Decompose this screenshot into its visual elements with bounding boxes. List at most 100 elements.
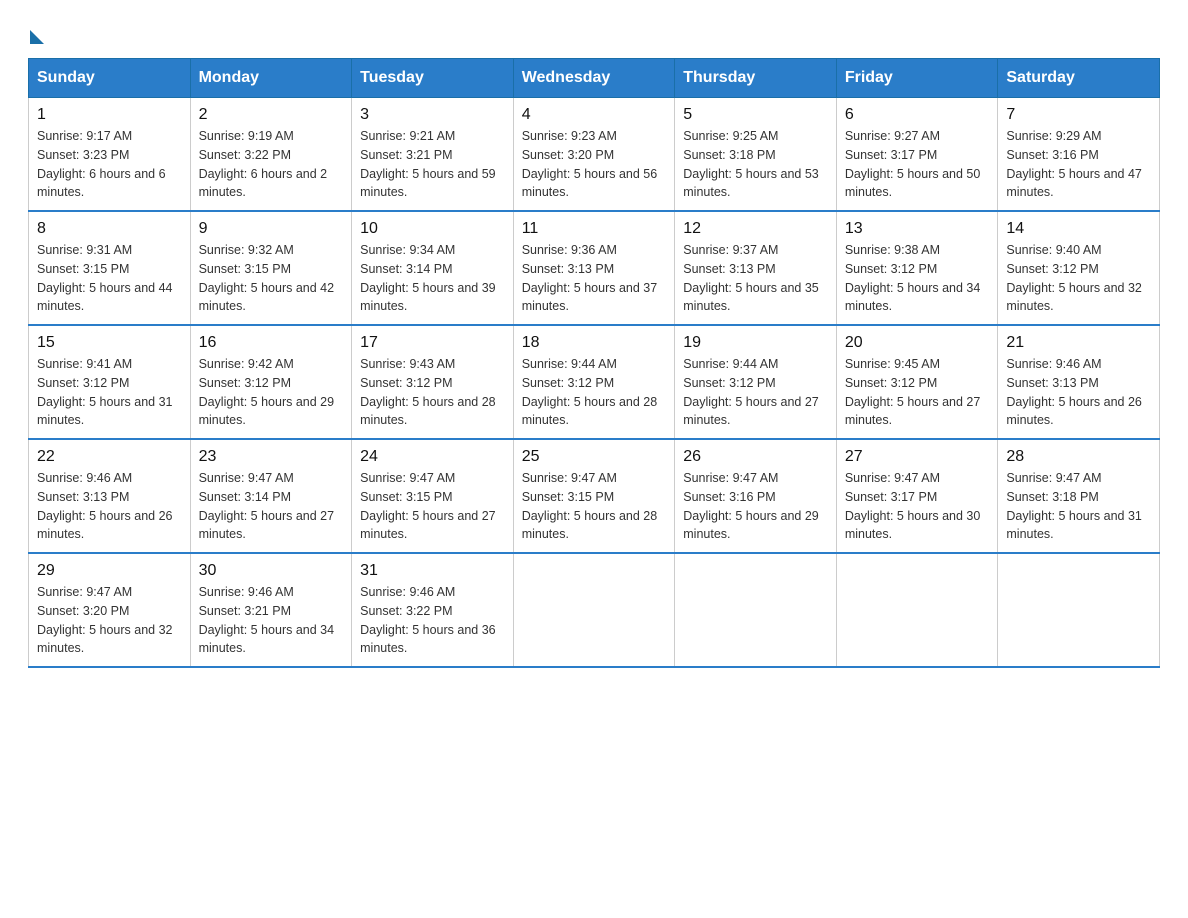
calendar-cell: 17 Sunrise: 9:43 AMSunset: 3:12 PMDayligh… <box>352 325 514 439</box>
week-row-1: 1 Sunrise: 9:17 AMSunset: 3:23 PMDaylight… <box>29 98 1160 212</box>
logo <box>28 24 44 40</box>
day-info: Sunrise: 9:25 AMSunset: 3:18 PMDaylight:… <box>683 127 828 202</box>
calendar-cell: 20 Sunrise: 9:45 AMSunset: 3:12 PMDayligh… <box>836 325 998 439</box>
calendar-cell: 7 Sunrise: 9:29 AMSunset: 3:16 PMDaylight… <box>998 98 1160 212</box>
calendar-cell: 29 Sunrise: 9:47 AMSunset: 3:20 PMDayligh… <box>29 553 191 667</box>
day-number: 27 <box>845 448 990 466</box>
day-info: Sunrise: 9:42 AMSunset: 3:12 PMDaylight:… <box>199 355 344 430</box>
day-number: 20 <box>845 334 990 352</box>
calendar-cell <box>836 553 998 667</box>
header-wednesday: Wednesday <box>513 59 675 98</box>
day-number: 5 <box>683 106 828 124</box>
page-header <box>28 24 1160 40</box>
day-number: 12 <box>683 220 828 238</box>
calendar-cell: 25 Sunrise: 9:47 AMSunset: 3:15 PMDayligh… <box>513 439 675 553</box>
calendar-cell: 13 Sunrise: 9:38 AMSunset: 3:12 PMDayligh… <box>836 211 998 325</box>
calendar-cell: 9 Sunrise: 9:32 AMSunset: 3:15 PMDaylight… <box>190 211 352 325</box>
header-saturday: Saturday <box>998 59 1160 98</box>
day-info: Sunrise: 9:46 AMSunset: 3:21 PMDaylight:… <box>199 583 344 658</box>
day-info: Sunrise: 9:27 AMSunset: 3:17 PMDaylight:… <box>845 127 990 202</box>
day-number: 19 <box>683 334 828 352</box>
day-info: Sunrise: 9:44 AMSunset: 3:12 PMDaylight:… <box>522 355 667 430</box>
day-number: 26 <box>683 448 828 466</box>
day-info: Sunrise: 9:31 AMSunset: 3:15 PMDaylight:… <box>37 241 182 316</box>
calendar-cell: 8 Sunrise: 9:31 AMSunset: 3:15 PMDaylight… <box>29 211 191 325</box>
day-number: 7 <box>1006 106 1151 124</box>
calendar-cell: 3 Sunrise: 9:21 AMSunset: 3:21 PMDaylight… <box>352 98 514 212</box>
calendar-cell <box>513 553 675 667</box>
day-number: 6 <box>845 106 990 124</box>
calendar-cell: 5 Sunrise: 9:25 AMSunset: 3:18 PMDaylight… <box>675 98 837 212</box>
calendar-cell: 23 Sunrise: 9:47 AMSunset: 3:14 PMDayligh… <box>190 439 352 553</box>
day-info: Sunrise: 9:46 AMSunset: 3:13 PMDaylight:… <box>37 469 182 544</box>
day-number: 21 <box>1006 334 1151 352</box>
header-monday: Monday <box>190 59 352 98</box>
calendar-cell: 2 Sunrise: 9:19 AMSunset: 3:22 PMDaylight… <box>190 98 352 212</box>
day-info: Sunrise: 9:23 AMSunset: 3:20 PMDaylight:… <box>522 127 667 202</box>
day-info: Sunrise: 9:47 AMSunset: 3:15 PMDaylight:… <box>522 469 667 544</box>
calendar-cell <box>675 553 837 667</box>
calendar-cell: 10Sunrise: 9:34 AMSunset: 3:14 PMDayligh… <box>352 211 514 325</box>
day-number: 17 <box>360 334 505 352</box>
header-tuesday: Tuesday <box>352 59 514 98</box>
week-row-2: 8 Sunrise: 9:31 AMSunset: 3:15 PMDaylight… <box>29 211 1160 325</box>
calendar-cell: 21 Sunrise: 9:46 AMSunset: 3:13 PMDayligh… <box>998 325 1160 439</box>
calendar-table: SundayMondayTuesdayWednesdayThursdayFrid… <box>28 58 1160 668</box>
calendar-cell: 11Sunrise: 9:36 AMSunset: 3:13 PMDayligh… <box>513 211 675 325</box>
day-number: 8 <box>37 220 182 238</box>
calendar-cell: 1 Sunrise: 9:17 AMSunset: 3:23 PMDaylight… <box>29 98 191 212</box>
day-info: Sunrise: 9:46 AMSunset: 3:13 PMDaylight:… <box>1006 355 1151 430</box>
day-info: Sunrise: 9:46 AMSunset: 3:22 PMDaylight:… <box>360 583 505 658</box>
calendar-cell: 15 Sunrise: 9:41 AMSunset: 3:12 PMDayligh… <box>29 325 191 439</box>
header-thursday: Thursday <box>675 59 837 98</box>
week-row-5: 29 Sunrise: 9:47 AMSunset: 3:20 PMDayligh… <box>29 553 1160 667</box>
day-info: Sunrise: 9:19 AMSunset: 3:22 PMDaylight:… <box>199 127 344 202</box>
day-info: Sunrise: 9:44 AMSunset: 3:12 PMDaylight:… <box>683 355 828 430</box>
day-number: 23 <box>199 448 344 466</box>
calendar-cell: 28Sunrise: 9:47 AMSunset: 3:18 PMDayligh… <box>998 439 1160 553</box>
calendar-header-row: SundayMondayTuesdayWednesdayThursdayFrid… <box>29 59 1160 98</box>
calendar-cell: 26 Sunrise: 9:47 AMSunset: 3:16 PMDayligh… <box>675 439 837 553</box>
day-number: 18 <box>522 334 667 352</box>
header-sunday: Sunday <box>29 59 191 98</box>
day-info: Sunrise: 9:40 AMSunset: 3:12 PMDaylight:… <box>1006 241 1151 316</box>
week-row-3: 15 Sunrise: 9:41 AMSunset: 3:12 PMDayligh… <box>29 325 1160 439</box>
day-number: 13 <box>845 220 990 238</box>
calendar-cell: 24 Sunrise: 9:47 AMSunset: 3:15 PMDayligh… <box>352 439 514 553</box>
day-info: Sunrise: 9:45 AMSunset: 3:12 PMDaylight:… <box>845 355 990 430</box>
day-number: 25 <box>522 448 667 466</box>
calendar-cell: 19 Sunrise: 9:44 AMSunset: 3:12 PMDayligh… <box>675 325 837 439</box>
calendar-cell: 16 Sunrise: 9:42 AMSunset: 3:12 PMDayligh… <box>190 325 352 439</box>
calendar-cell: 14Sunrise: 9:40 AMSunset: 3:12 PMDayligh… <box>998 211 1160 325</box>
day-number: 10 <box>360 220 505 238</box>
day-number: 3 <box>360 106 505 124</box>
day-info: Sunrise: 9:38 AMSunset: 3:12 PMDaylight:… <box>845 241 990 316</box>
day-number: 24 <box>360 448 505 466</box>
calendar-cell: 12 Sunrise: 9:37 AMSunset: 3:13 PMDayligh… <box>675 211 837 325</box>
day-info: Sunrise: 9:41 AMSunset: 3:12 PMDaylight:… <box>37 355 182 430</box>
day-info: Sunrise: 9:17 AMSunset: 3:23 PMDaylight:… <box>37 127 182 202</box>
day-info: Sunrise: 9:47 AMSunset: 3:14 PMDaylight:… <box>199 469 344 544</box>
day-info: Sunrise: 9:37 AMSunset: 3:13 PMDaylight:… <box>683 241 828 316</box>
day-number: 2 <box>199 106 344 124</box>
day-info: Sunrise: 9:29 AMSunset: 3:16 PMDaylight:… <box>1006 127 1151 202</box>
day-info: Sunrise: 9:43 AMSunset: 3:12 PMDaylight:… <box>360 355 505 430</box>
day-number: 1 <box>37 106 182 124</box>
day-number: 15 <box>37 334 182 352</box>
header-friday: Friday <box>836 59 998 98</box>
day-number: 9 <box>199 220 344 238</box>
calendar-cell: 22 Sunrise: 9:46 AMSunset: 3:13 PMDayligh… <box>29 439 191 553</box>
day-number: 16 <box>199 334 344 352</box>
day-info: Sunrise: 9:47 AMSunset: 3:20 PMDaylight:… <box>37 583 182 658</box>
day-info: Sunrise: 9:21 AMSunset: 3:21 PMDaylight:… <box>360 127 505 202</box>
day-number: 22 <box>37 448 182 466</box>
day-info: Sunrise: 9:32 AMSunset: 3:15 PMDaylight:… <box>199 241 344 316</box>
day-number: 29 <box>37 562 182 580</box>
calendar-cell: 6 Sunrise: 9:27 AMSunset: 3:17 PMDaylight… <box>836 98 998 212</box>
calendar-cell: 27Sunrise: 9:47 AMSunset: 3:17 PMDayligh… <box>836 439 998 553</box>
logo-triangle-icon <box>30 30 44 44</box>
day-info: Sunrise: 9:47 AMSunset: 3:16 PMDaylight:… <box>683 469 828 544</box>
day-info: Sunrise: 9:47 AMSunset: 3:15 PMDaylight:… <box>360 469 505 544</box>
day-number: 31 <box>360 562 505 580</box>
calendar-cell: 4Sunrise: 9:23 AMSunset: 3:20 PMDaylight… <box>513 98 675 212</box>
